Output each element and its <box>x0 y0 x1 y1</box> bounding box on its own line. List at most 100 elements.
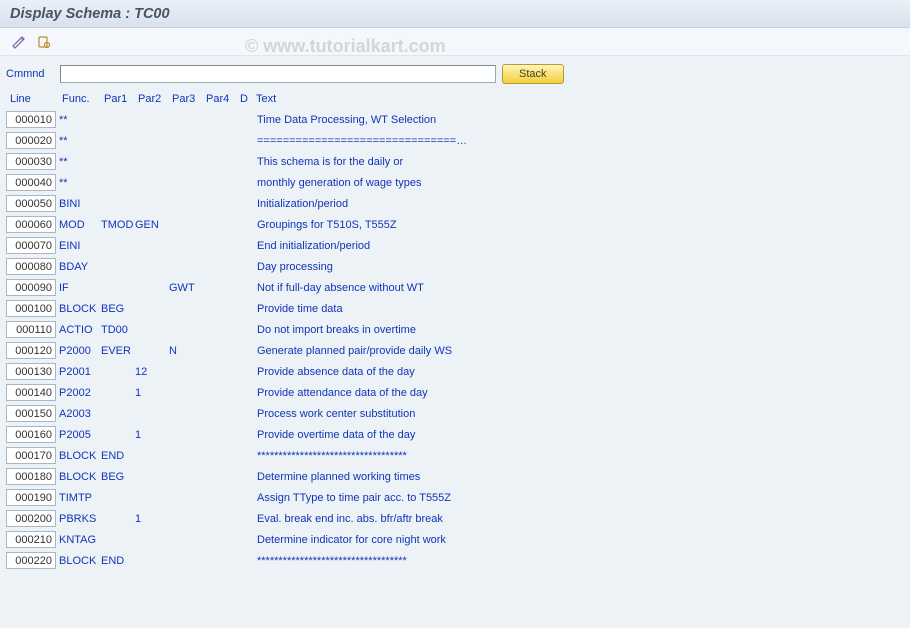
cell-par3: N <box>169 345 203 357</box>
line-field[interactable] <box>6 153 56 170</box>
cell-text: Provide attendance data of the day <box>253 387 904 399</box>
cell-text: Day processing <box>253 261 904 273</box>
grid-header: Line Func. Par1 Par2 Par3 Par4 D Text <box>6 88 904 109</box>
cell-par1: END <box>101 555 135 567</box>
line-field[interactable] <box>6 279 56 296</box>
table-row: MODTMODGEN Groupings for T510S, T555Z <box>6 214 904 235</box>
line-field[interactable] <box>6 342 56 359</box>
cell-text: End initialization/period <box>253 240 904 252</box>
table-row: PBRKS1Eval. break end inc. abs. bfr/aftr… <box>6 508 904 529</box>
edit-icon[interactable] <box>8 33 28 51</box>
cell-func: BDAY <box>59 261 101 273</box>
cell-text: Eval. break end inc. abs. bfr/aftr break <box>253 513 904 525</box>
hdr-text: Text <box>256 93 904 105</box>
cell-func: BLOCK <box>59 471 101 483</box>
line-field[interactable] <box>6 321 56 338</box>
table-row: P200112Provide absence data of the day <box>6 361 904 382</box>
table-row: IFGWTNot if full-day absence without WT <box>6 277 904 298</box>
cell-par1: BEG <box>101 303 135 315</box>
cell-func: BINI <box>59 198 101 210</box>
table-row: ** monthly generation of wage types <box>6 172 904 193</box>
cell-func: P2002 <box>59 387 101 399</box>
stack-button[interactable]: Stack <box>502 64 564 84</box>
line-field[interactable] <box>6 300 56 317</box>
line-field[interactable] <box>6 384 56 401</box>
table-row: BLOCKEND********************************… <box>6 550 904 571</box>
line-field[interactable] <box>6 258 56 275</box>
command-label: Cmmnd <box>6 68 54 80</box>
table-row: BDAY Day processing <box>6 256 904 277</box>
line-field[interactable] <box>6 405 56 422</box>
cell-par2: 1 <box>135 429 169 441</box>
cell-text: Provide time data <box>253 303 904 315</box>
line-field[interactable] <box>6 363 56 380</box>
cell-text: Provide absence data of the day <box>253 366 904 378</box>
table-row: EINI End initialization/period <box>6 235 904 256</box>
line-field[interactable] <box>6 426 56 443</box>
cell-func: P2000 <box>59 345 101 357</box>
line-field[interactable] <box>6 216 56 233</box>
cell-text: Determine indicator for core night work <box>253 534 904 546</box>
cell-text: *********************************** <box>253 555 904 567</box>
line-field[interactable] <box>6 111 56 128</box>
cell-par1: EVER <box>101 345 135 357</box>
table-row: BLOCKBEGDetermine planned working times <box>6 466 904 487</box>
cell-par1: TMOD <box>101 219 135 231</box>
command-row: Cmmnd Stack <box>0 56 910 88</box>
cell-func: ** <box>59 177 101 189</box>
hdr-d: D <box>240 93 256 105</box>
table-row: A2003 Process work center substitution <box>6 403 904 424</box>
line-field[interactable] <box>6 195 56 212</box>
table-row: P2002 1 Provide attendance data of the day <box>6 382 904 403</box>
hdr-func: Func. <box>62 93 104 105</box>
cell-func: A2003 <box>59 408 101 420</box>
cell-func: P2001 <box>59 366 101 378</box>
table-row: BINI Initialization/period <box>6 193 904 214</box>
cell-func: EINI <box>59 240 101 252</box>
line-field[interactable] <box>6 447 56 464</box>
cell-par2: 1 <box>135 387 169 399</box>
hdr-par2: Par2 <box>138 93 172 105</box>
line-field[interactable] <box>6 489 56 506</box>
cell-func: ** <box>59 156 101 168</box>
cell-text: Generate planned pair/provide daily WS <box>253 345 904 357</box>
cell-text: Do not import breaks in overtime <box>253 324 904 336</box>
hdr-par4: Par4 <box>206 93 240 105</box>
table-row: **===============================… <box>6 130 904 151</box>
line-field[interactable] <box>6 552 56 569</box>
table-row: BLOCKEND********************************… <box>6 445 904 466</box>
table-row: ACTIOTD00Do not import breaks in overtim… <box>6 319 904 340</box>
cell-func: KNTAG <box>59 534 101 546</box>
line-field[interactable] <box>6 531 56 548</box>
command-input[interactable] <box>60 65 496 83</box>
schema-grid: Line Func. Par1 Par2 Par3 Par4 D Text **… <box>0 88 910 571</box>
table-row: **Time Data Processing, WT Selection <box>6 109 904 130</box>
cell-func: MOD <box>59 219 101 231</box>
hdr-line: Line <box>10 93 62 105</box>
table-row: **This schema is for the daily or <box>6 151 904 172</box>
line-field[interactable] <box>6 237 56 254</box>
cell-text: Time Data Processing, WT Selection <box>253 114 904 126</box>
cell-par3: GWT <box>169 282 203 294</box>
cell-text: Initialization/period <box>253 198 904 210</box>
attributes-icon[interactable] <box>34 33 54 51</box>
cell-func: BLOCK <box>59 450 101 462</box>
table-row: P2000EVER N Generate planned pair/provide … <box>6 340 904 361</box>
line-field[interactable] <box>6 174 56 191</box>
line-field[interactable] <box>6 510 56 527</box>
cell-func: ACTIO <box>59 324 101 336</box>
cell-text: *********************************** <box>253 450 904 462</box>
cell-text: monthly generation of wage types <box>253 177 904 189</box>
cell-text: Groupings for T510S, T555Z <box>253 219 904 231</box>
cell-par2: 1 <box>135 513 169 525</box>
table-row: KNTAG Determine indicator for core night … <box>6 529 904 550</box>
cell-par2: GEN <box>135 219 169 231</box>
table-row: BLOCKBEG Provide time data <box>6 298 904 319</box>
cell-par1: BEG <box>101 471 135 483</box>
cell-func: BLOCK <box>59 303 101 315</box>
line-field[interactable] <box>6 468 56 485</box>
table-row: P20051Provide overtime data of the day <box>6 424 904 445</box>
line-field[interactable] <box>6 132 56 149</box>
cell-text: Assign TType to time pair acc. to T555Z <box>253 492 904 504</box>
cell-text: Process work center substitution <box>253 408 904 420</box>
